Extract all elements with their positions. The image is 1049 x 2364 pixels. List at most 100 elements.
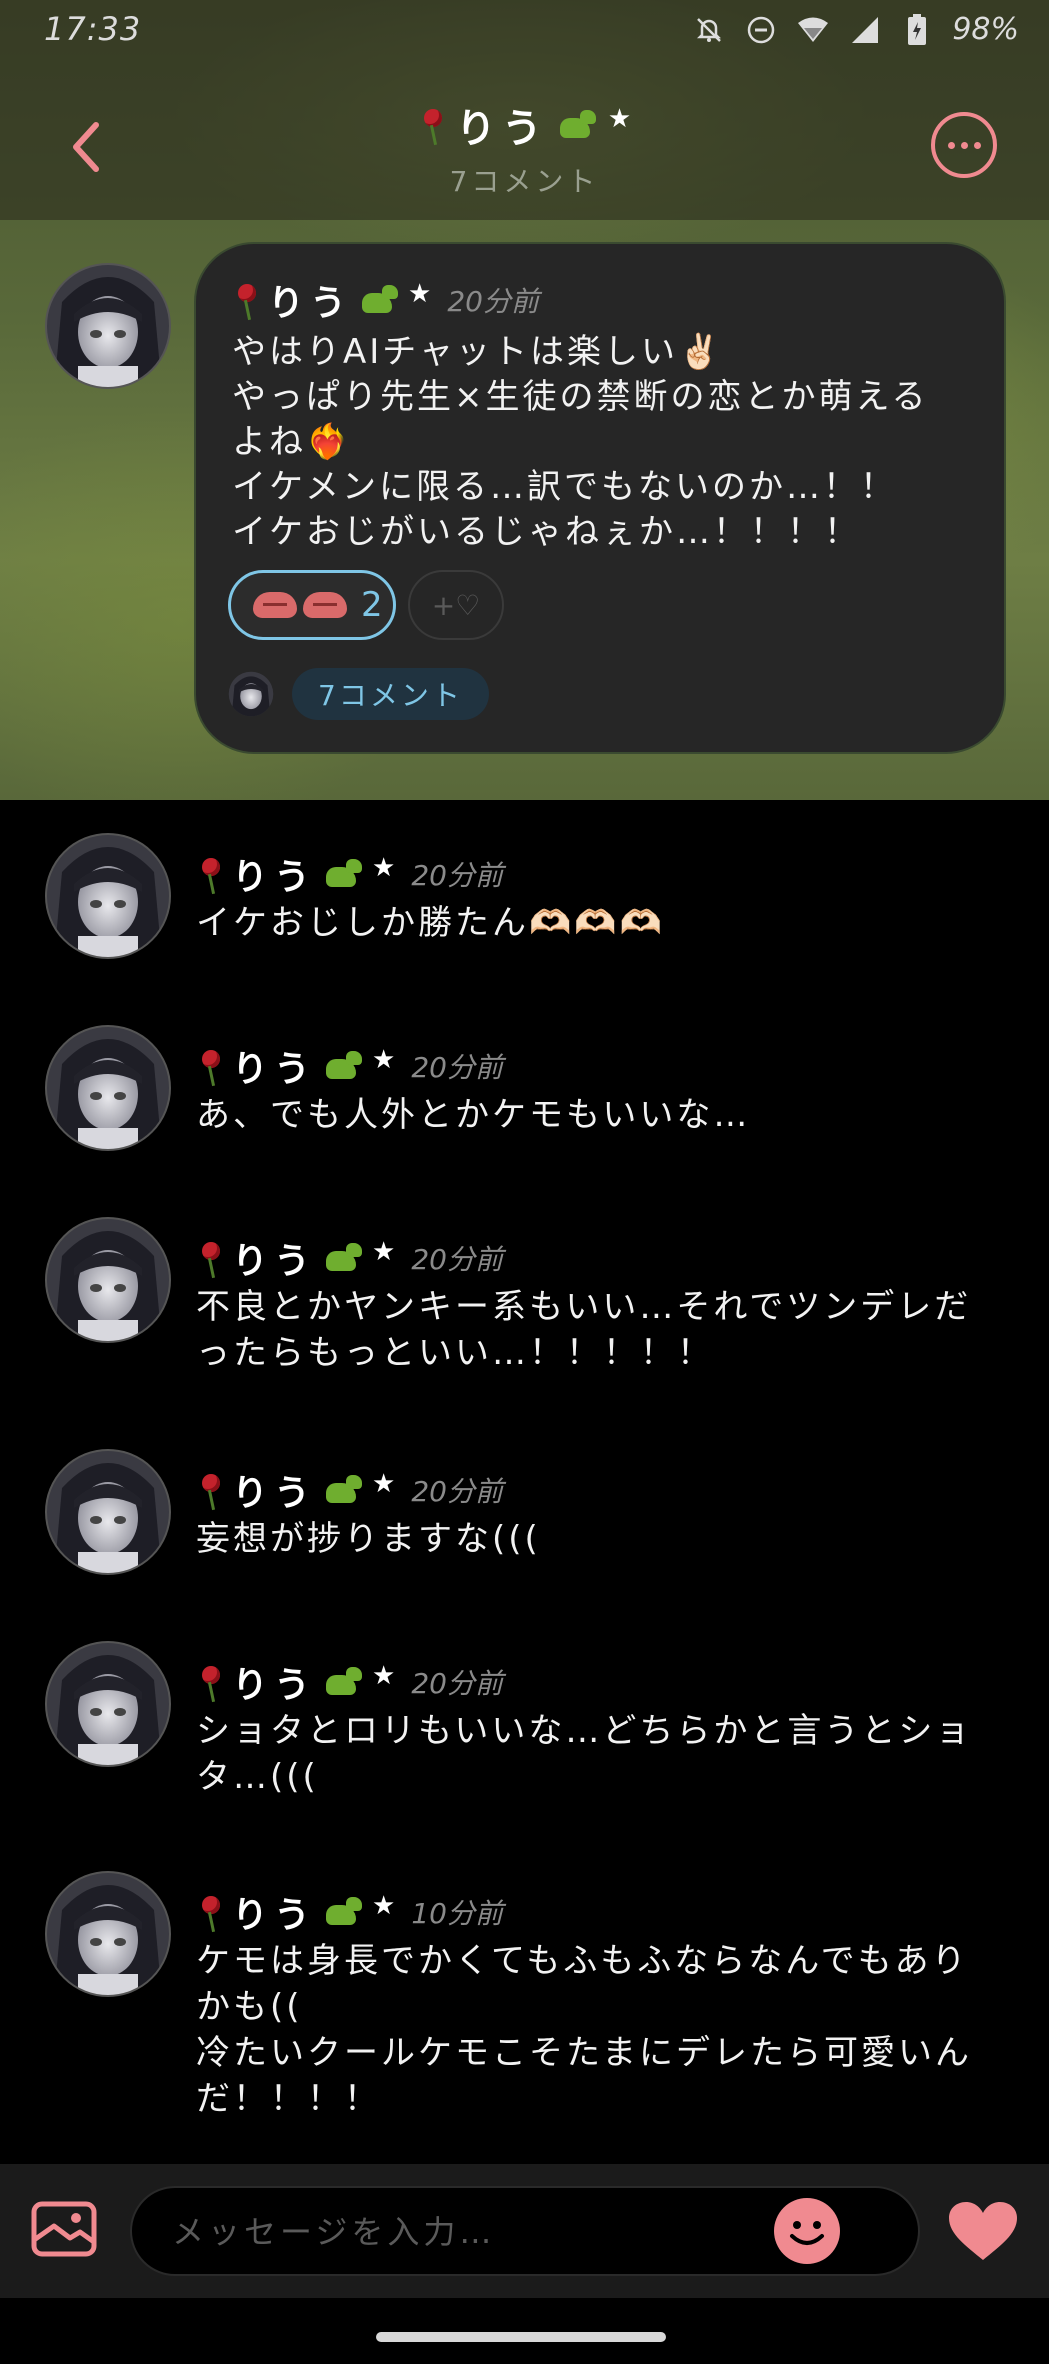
rose-icon bbox=[196, 1470, 226, 1510]
message-input[interactable] bbox=[172, 2204, 812, 2260]
post-line: イケメンに限る…訳でもないのか…！！ bbox=[232, 467, 897, 507]
comment-time: 20分前 bbox=[411, 859, 503, 892]
dinosaur-icon bbox=[322, 1473, 366, 1507]
more-icon-dot bbox=[973, 141, 981, 149]
like-button[interactable] bbox=[946, 2200, 1020, 2264]
heart-icon bbox=[949, 2202, 1017, 2260]
post-header: りう ★ 20分前 bbox=[232, 274, 539, 326]
star-icon: ★ bbox=[372, 1661, 396, 1691]
avatar[interactable] bbox=[44, 262, 172, 390]
more-button[interactable] bbox=[931, 112, 997, 178]
reaction-chip[interactable]: 2 bbox=[228, 570, 396, 640]
star-icon: ★ bbox=[372, 1891, 396, 1921]
dnd-icon bbox=[744, 13, 778, 47]
page-title: りう bbox=[455, 106, 548, 152]
comment-time: 20分前 bbox=[411, 1475, 503, 1508]
comment-time: 20分前 bbox=[411, 1243, 503, 1276]
author-name: りう bbox=[232, 1241, 317, 1282]
bell-off-icon bbox=[692, 13, 726, 47]
comment-header: りう ★ 20分前 bbox=[196, 1232, 503, 1284]
star-icon: ★ bbox=[408, 279, 432, 309]
message-field[interactable] bbox=[130, 2186, 920, 2276]
author-name: りう bbox=[232, 1895, 317, 1936]
emoji-button[interactable] bbox=[774, 2198, 840, 2264]
rose-icon bbox=[196, 1662, 226, 1702]
avatar[interactable] bbox=[44, 832, 172, 960]
dinosaur-icon bbox=[358, 283, 402, 317]
message-composer bbox=[0, 2164, 1049, 2298]
post-line: よね❤️‍🔥 bbox=[232, 422, 352, 462]
comment-count-chip[interactable]: 7コメント bbox=[292, 668, 489, 720]
star-icon: ★ bbox=[607, 104, 632, 134]
comment-line: ったらもっといい…！！！！！ bbox=[196, 1333, 714, 1373]
star-icon: ★ bbox=[372, 1045, 396, 1075]
comment-line: イケおじしか勝たん🫶🏻🫶🏻🫶🏻 bbox=[196, 903, 666, 943]
post-footer: 7コメント bbox=[228, 668, 489, 720]
comment-line: ショタとロリもいいな…どちらかと言うとショ bbox=[196, 1711, 973, 1751]
status-bar: 17:33 98% bbox=[0, 0, 1049, 64]
rose-icon bbox=[418, 105, 448, 145]
comment-time: 10分前 bbox=[411, 1897, 503, 1930]
author-name: りう bbox=[232, 1473, 317, 1514]
navigation-bar bbox=[0, 2298, 1049, 2364]
avatar[interactable] bbox=[44, 1448, 172, 1576]
rose-icon bbox=[196, 1238, 226, 1278]
more-icon-dot bbox=[960, 141, 968, 149]
comment-line: あ、でも人外とかケモもいいな… bbox=[196, 1095, 751, 1135]
avatar[interactable] bbox=[44, 1870, 172, 1998]
comment-line: かも(( bbox=[196, 1987, 303, 2027]
author-name: りう bbox=[232, 857, 317, 898]
comment-text: 不良とかヤンキー系もいい…それでツンデレだ ったらもっといい…！！！！！ bbox=[196, 1284, 996, 1376]
comment-line: タ…((( bbox=[196, 1757, 319, 1797]
image-button[interactable] bbox=[30, 2198, 98, 2262]
author-name: りう bbox=[232, 1665, 317, 1706]
smiley-icon bbox=[790, 2221, 824, 2245]
battery-icon bbox=[900, 13, 934, 47]
dinosaur-icon bbox=[556, 108, 600, 142]
comment-line: 不良とかヤンキー系もいい…それでツンデレだ bbox=[196, 1287, 972, 1327]
post-line: イケおじがいるじゃねぇか…！！！！ bbox=[232, 512, 861, 552]
star-icon: ★ bbox=[372, 1237, 396, 1267]
comment-count: 7コメント bbox=[449, 165, 600, 198]
comment-text: ショタとロリもいいな…どちらかと言うとショ タ…((( bbox=[196, 1708, 996, 1800]
comment-header: りう ★ 20分前 bbox=[196, 848, 503, 900]
post-card[interactable]: りう ★ 20分前 やはりAIチャットは楽しい✌🏻 やっぱり先生×生徒の禁断の恋… bbox=[194, 242, 1006, 754]
header-name-row: りう ★ bbox=[418, 96, 631, 154]
comment-time: 20分前 bbox=[411, 1051, 503, 1084]
dinosaur-icon bbox=[322, 1665, 366, 1699]
comment-header: りう ★ 10分前 bbox=[196, 1886, 503, 1938]
image-icon bbox=[31, 2201, 97, 2257]
avatar[interactable] bbox=[44, 1640, 172, 1768]
more-icon bbox=[947, 141, 955, 149]
lips-icon bbox=[253, 592, 297, 618]
comment-text: ケモは身長でかくてもふもふならなんでもあり かも(( 冷たいクールケモこそたまに… bbox=[196, 1938, 996, 2122]
post-text: やはりAIチャットは楽しい✌🏻 やっぱり先生×生徒の禁断の恋とか萌える よね❤️… bbox=[232, 330, 972, 555]
lips-icon bbox=[303, 592, 347, 618]
post-time: 20分前 bbox=[447, 285, 539, 318]
comment-text: イケおじしか勝たん🫶🏻🫶🏻🫶🏻 bbox=[196, 900, 996, 946]
rose-icon bbox=[196, 854, 226, 894]
comment-text: 妄想が捗りますな((( bbox=[196, 1516, 996, 1562]
avatar[interactable] bbox=[44, 1216, 172, 1344]
post-line: やっぱり先生×生徒の禁断の恋とか萌える bbox=[232, 377, 929, 417]
status-icons: 98% bbox=[692, 12, 1019, 47]
wifi-icon bbox=[796, 13, 830, 47]
post-line: やはりAIチャットは楽しい✌🏻 bbox=[232, 332, 724, 372]
rose-icon bbox=[196, 1892, 226, 1932]
avatar[interactable] bbox=[44, 1024, 172, 1152]
author-name: りう bbox=[268, 283, 353, 324]
comment-text: あ、でも人外とかケモもいいな… bbox=[196, 1092, 996, 1138]
avatar bbox=[228, 671, 274, 717]
signal-icon bbox=[848, 13, 882, 47]
add-reaction-button[interactable]: +♡ bbox=[408, 570, 504, 640]
comment-line: 妄想が捗りますな((( bbox=[196, 1519, 541, 1559]
header-title-block: りう ★ 7コメント bbox=[0, 96, 1049, 200]
comment-header: りう ★ 20分前 bbox=[196, 1656, 503, 1708]
star-icon: ★ bbox=[372, 853, 396, 883]
home-indicator[interactable] bbox=[376, 2332, 666, 2342]
author-name: りう bbox=[232, 1049, 317, 1090]
dinosaur-icon bbox=[322, 857, 366, 891]
comment-header: りう ★ 20分前 bbox=[196, 1464, 503, 1516]
dinosaur-icon bbox=[322, 1895, 366, 1929]
comment-line: 冷たいクールケモこそたまにデレたら可愛いん bbox=[196, 2033, 972, 2073]
